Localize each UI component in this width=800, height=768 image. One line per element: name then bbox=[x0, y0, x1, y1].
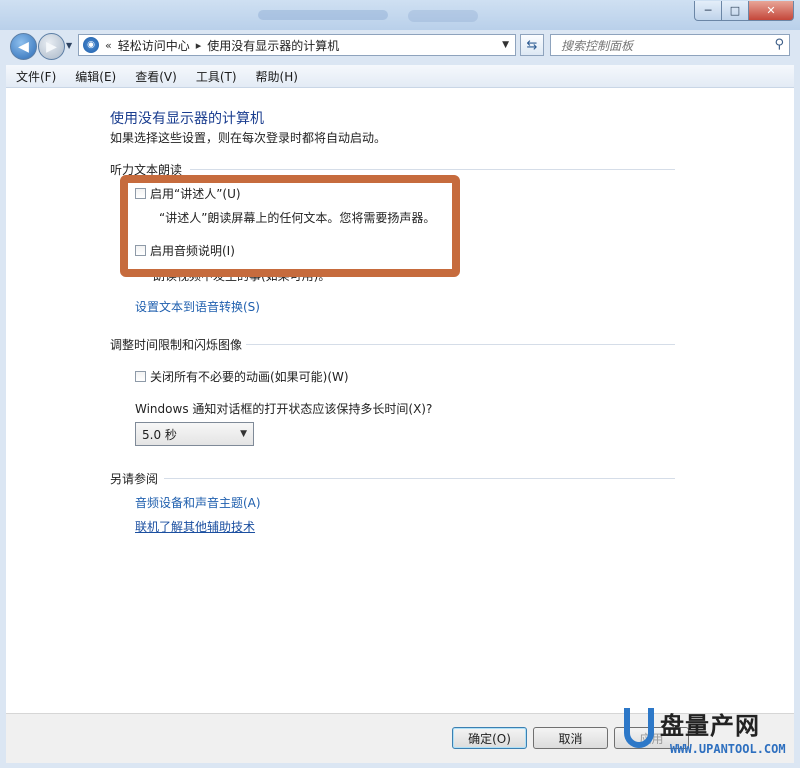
blurred-title-2 bbox=[408, 10, 478, 22]
address-bar[interactable]: ◉ « 轻松访问中心 ▸ 使用没有显示器的计算机 ▼ bbox=[78, 34, 516, 56]
page-subtitle: 如果选择这些设置，则在每次登录时都将自动启动。 bbox=[110, 131, 387, 145]
search-box[interactable]: ⚲ bbox=[550, 34, 790, 56]
refresh-icon: ⇆ bbox=[526, 37, 538, 53]
breadcrumb-separator-icon[interactable]: ▸ bbox=[196, 39, 202, 52]
address-overflow[interactable]: « bbox=[105, 39, 112, 52]
content-pane: 使用没有显示器的计算机 如果选择这些设置，则在每次登录时都将自动启动。 听力文本… bbox=[6, 88, 794, 713]
blurred-title bbox=[258, 10, 388, 20]
assistive-tech-online-link[interactable]: 联机了解其他辅助技术 bbox=[135, 518, 255, 535]
watermark-url: WWW.UPANTOOL.COM bbox=[670, 742, 786, 756]
forward-button[interactable]: ▶ bbox=[38, 33, 65, 60]
address-dropdown-icon[interactable]: ▼ bbox=[502, 40, 509, 50]
menu-help[interactable]: 帮助(H) bbox=[246, 68, 307, 85]
audio-devices-link[interactable]: 音频设备和声音主题(A) bbox=[135, 494, 261, 511]
section-divider bbox=[246, 344, 675, 345]
ok-button[interactable]: 确定(O) bbox=[452, 727, 527, 749]
menu-bar: 文件(F) 编辑(E) 查看(V) 工具(T) 帮助(H) bbox=[6, 65, 794, 88]
watermark-brand: 盘量产网 bbox=[660, 712, 760, 740]
section-heading-see-also: 另请参阅 bbox=[110, 472, 159, 486]
title-bar[interactable]: ─ □ ✕ bbox=[0, 0, 800, 30]
menu-tools[interactable]: 工具(T) bbox=[186, 68, 246, 85]
highlight-box bbox=[120, 175, 460, 277]
breadcrumb-ease-of-access[interactable]: 轻松访问中心 bbox=[118, 37, 190, 54]
notification-duration-label: Windows 通知对话框的打开状态应该保持多长时间(X)? bbox=[135, 402, 433, 416]
breadcrumb-current-page[interactable]: 使用没有显示器的计算机 bbox=[207, 37, 339, 54]
tts-settings-link[interactable]: 设置文本到语音转换(S) bbox=[135, 298, 260, 315]
history-dropdown-icon[interactable]: ▼ bbox=[66, 41, 72, 50]
search-input[interactable] bbox=[559, 36, 763, 56]
page-title: 使用没有显示器的计算机 bbox=[110, 111, 264, 127]
refresh-button[interactable]: ⇆ bbox=[520, 34, 544, 56]
window-controls: ─ □ ✕ bbox=[694, 1, 794, 21]
maximize-button[interactable]: □ bbox=[722, 1, 749, 21]
close-button[interactable]: ✕ bbox=[749, 1, 794, 21]
minimize-button[interactable]: ─ bbox=[694, 1, 722, 21]
notification-duration-select[interactable]: 5.0 秒 ▼ bbox=[135, 422, 254, 446]
control-panel-icon: ◉ bbox=[83, 37, 99, 53]
back-button[interactable]: ◀ bbox=[10, 33, 37, 60]
section-divider bbox=[190, 169, 675, 170]
notification-duration-value: 5.0 秒 bbox=[142, 427, 177, 442]
menu-view[interactable]: 查看(V) bbox=[125, 68, 186, 85]
menu-edit[interactable]: 编辑(E) bbox=[65, 68, 125, 85]
menu-file[interactable]: 文件(F) bbox=[6, 68, 65, 85]
animations-option[interactable]: 关闭所有不必要的动画(如果可能)(W) bbox=[135, 368, 349, 385]
animations-label[interactable]: 关闭所有不必要的动画(如果可能)(W) bbox=[150, 368, 349, 385]
navigation-bar: ◀ ▶ ▼ ◉ « 轻松访问中心 ▸ 使用没有显示器的计算机 ▼ ⇆ ⚲ bbox=[0, 30, 800, 62]
watermark: 盘量产网 WWW.UPANTOOL.COM bbox=[624, 704, 796, 764]
section-divider bbox=[164, 478, 675, 479]
chevron-down-icon: ▼ bbox=[240, 429, 247, 439]
cancel-button[interactable]: 取消 bbox=[533, 727, 608, 749]
animations-checkbox[interactable] bbox=[135, 371, 146, 382]
section-heading-timing: 调整时间限制和闪烁图像 bbox=[110, 338, 243, 352]
search-icon[interactable]: ⚲ bbox=[774, 37, 784, 52]
control-panel-window: ─ □ ✕ ◀ ▶ ▼ ◉ « 轻松访问中心 ▸ 使用没有显示器的计算机 ▼ ⇆… bbox=[0, 0, 800, 768]
watermark-logo-icon bbox=[624, 708, 654, 748]
